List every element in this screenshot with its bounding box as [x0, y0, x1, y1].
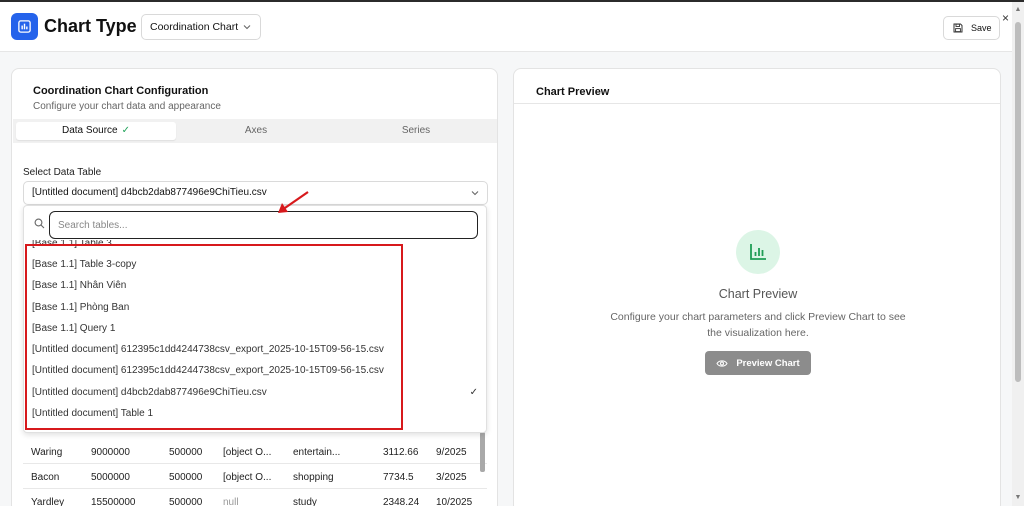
chevron-down-icon	[471, 191, 479, 196]
scroll-up-icon[interactable]: ▲	[1014, 6, 1022, 13]
option-label: [Base 1.1] Table 3	[32, 240, 112, 249]
table-cell: shopping	[293, 472, 334, 483]
tab-axes[interactable]: Axes	[176, 122, 336, 140]
table-cell: Yardley	[31, 497, 65, 506]
option-label: [Untitled document] 612395c1dd4244738csv…	[32, 344, 384, 355]
table-cell: 7734.5	[383, 472, 414, 483]
dropdown-search	[24, 206, 486, 244]
table-cell: Bacon	[31, 472, 60, 483]
tab-label: Data Source	[62, 125, 118, 136]
config-subtitle: Configure your chart data and appearance	[33, 101, 221, 112]
table-option-list: [Base 1.1] Table 3 [Base 1.1] Table 3-co…	[24, 240, 486, 432]
close-icon[interactable]: ×	[1002, 11, 1009, 25]
modal-scrollbar[interactable]: ▲ ▼	[1012, 2, 1024, 506]
tab-data-source[interactable]: Data Source ✓	[16, 122, 176, 140]
search-input[interactable]	[49, 211, 478, 239]
preview-chart-button[interactable]: Preview Chart	[705, 351, 811, 375]
list-item[interactable]: [Base 1.1] Query 1	[24, 318, 486, 339]
table-row: Bacon 5000000 500000 [object O... shoppi…	[23, 465, 487, 489]
chart-type-select[interactable]: Coordination Chart	[141, 14, 261, 40]
list-item[interactable]: [Base 1.1] Phòng Ban	[24, 297, 486, 318]
table-cell: 3112.66	[383, 447, 419, 458]
data-preview-table: Waring 9000000 500000 [object O... enter…	[23, 440, 487, 506]
list-item[interactable]: [Untitled document] 612395c1dd4244738csv…	[24, 360, 486, 381]
option-label: [Base 1.1] Phòng Ban	[32, 302, 130, 313]
list-item[interactable]: [Base 1.1] Table 3-copy	[24, 254, 486, 275]
option-label: [Untitled document] 612395c1dd4244738csv…	[32, 365, 384, 376]
table-cell: 2348.24	[383, 497, 420, 506]
table-row: Yardley 15500000 500000 null study 2348.…	[23, 490, 487, 506]
table-cell: 3/2025	[436, 472, 467, 483]
list-item[interactable]: [Untitled document] 612395c1dd4244738csv…	[24, 339, 486, 360]
chevron-down-icon	[243, 25, 251, 30]
table-cell: study	[293, 497, 317, 506]
table-row: Waring 9000000 500000 [object O... enter…	[23, 440, 487, 464]
preview-button-label: Preview Chart	[736, 357, 800, 369]
scroll-down-icon[interactable]: ▼	[1014, 494, 1022, 501]
list-item-selected[interactable]: [Untitled document] d4bcb2dab877496e9Chi…	[24, 382, 486, 403]
table-cell: 9000000	[91, 447, 130, 458]
preview-card-title: Chart Preview	[536, 86, 610, 98]
table-cell: 9/2025	[436, 447, 467, 458]
option-label: [Base 1.1] Query 1	[32, 323, 116, 334]
save-button[interactable]: Save	[943, 16, 1000, 40]
table-cell: 500000	[169, 447, 203, 458]
option-label: [Untitled document] d4bcb2dab877496e9Chi…	[32, 387, 267, 398]
chart-type-value: Coordination Chart	[150, 21, 239, 33]
table-scrollbar[interactable]	[480, 432, 485, 472]
select-data-table-label: Select Data Table	[23, 167, 102, 178]
table-cell: 15500000	[91, 497, 136, 506]
option-label: [Untitled document] Table 1	[32, 408, 154, 419]
tab-label: Series	[401, 125, 431, 136]
chart-type-modal: Chart Type Coordination Chart Save × ▲ ▼…	[0, 2, 1024, 506]
list-item[interactable]: [Base 1.1] Nhân Viên	[24, 275, 486, 296]
table-dropdown: [Base 1.1] Table 3 [Base 1.1] Table 3-co…	[23, 205, 487, 433]
save-label: Save	[971, 23, 992, 33]
search-icon	[34, 218, 45, 229]
data-table-select[interactable]: [Untitled document] d4bcb2dab877496e9Chi…	[23, 181, 488, 205]
table-cell: 10/2025	[436, 497, 473, 506]
config-title: Coordination Chart Configuration	[33, 85, 209, 97]
table-cell: 500000	[169, 472, 203, 483]
tab-series[interactable]: Series	[336, 122, 496, 140]
tab-label: Axes	[244, 125, 268, 136]
preview-description: Configure your chart parameters and clic…	[610, 311, 906, 339]
eye-icon	[716, 359, 728, 367]
check-icon: ✓	[121, 125, 130, 136]
config-tabs: Data Source ✓ Axes Series	[13, 119, 497, 143]
preview-heading: Chart Preview	[718, 287, 798, 301]
table-cell: entertain...	[293, 447, 341, 458]
list-item[interactable]: [Untitled document] Table 1	[24, 403, 486, 424]
table-cell: 5000000	[91, 472, 130, 483]
check-icon: ✓	[469, 387, 478, 398]
scroll-thumb[interactable]	[1015, 22, 1021, 382]
list-item[interactable]: [Base 1.1] Table 3	[24, 240, 486, 254]
table-cell: [object O...	[223, 447, 272, 458]
option-label: [Base 1.1] Table 3-copy	[32, 259, 137, 270]
preview-card: Chart Preview Chart Preview Configure yo…	[513, 68, 1001, 506]
divider	[514, 103, 1000, 104]
bar-chart-icon	[736, 230, 780, 274]
table-cell: [object O...	[223, 472, 272, 483]
table-cell: 500000	[169, 497, 203, 506]
annotation-arrow-icon	[278, 191, 309, 213]
table-cell: null	[223, 497, 239, 506]
bar-chart-icon	[11, 13, 38, 40]
floppy-disk-icon	[953, 23, 963, 33]
modal-header: Chart Type Coordination Chart Save ×	[0, 2, 1012, 52]
option-label: [Base 1.1] Nhân Viên	[32, 280, 127, 291]
page-title: Chart Type	[44, 16, 137, 36]
selected-table-value: [Untitled document] d4bcb2dab877496e9Chi…	[32, 187, 267, 198]
table-cell: Waring	[31, 447, 63, 458]
